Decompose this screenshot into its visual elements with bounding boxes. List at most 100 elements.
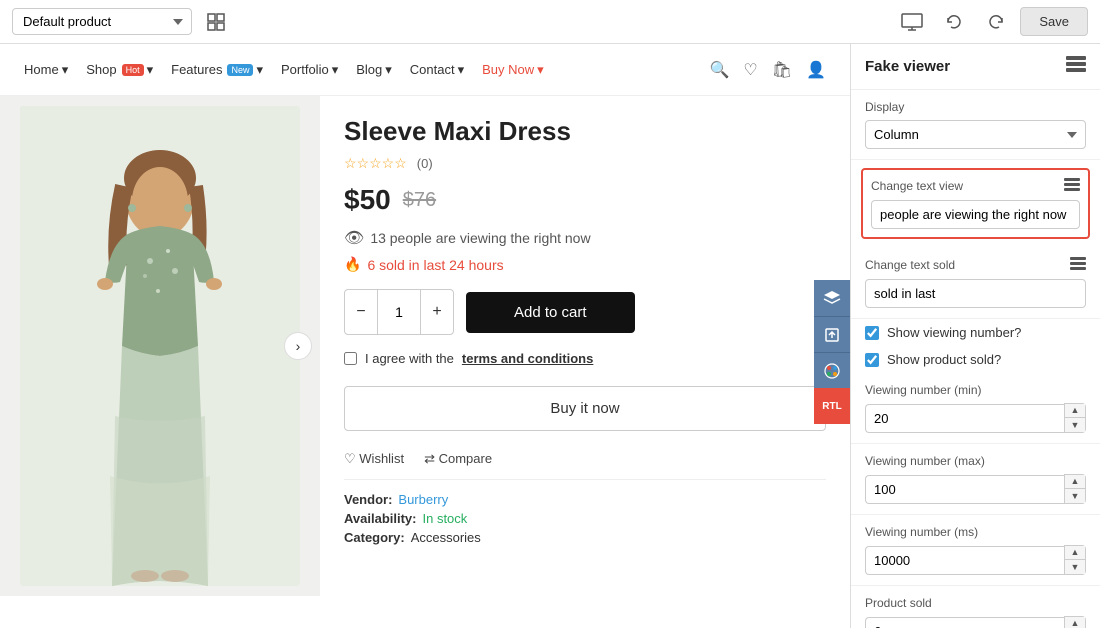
viewing-ms-down[interactable]: ▼ bbox=[1065, 560, 1085, 574]
monitor-icon-btn[interactable] bbox=[894, 4, 930, 40]
nav-icons: 🔍 ♡ 🛍 👤 bbox=[710, 60, 827, 80]
viewing-max-down[interactable]: ▼ bbox=[1065, 489, 1085, 503]
qty-increase[interactable]: + bbox=[421, 290, 453, 334]
nav-left: Home ▾ Shop Hot ▾ Features New ▾ Portfol… bbox=[24, 62, 544, 78]
qty-input[interactable] bbox=[377, 290, 421, 334]
nav-features-chevron: ▾ bbox=[256, 62, 263, 78]
nav-features[interactable]: Features New ▾ bbox=[171, 62, 263, 78]
undo-icon bbox=[945, 13, 963, 31]
search-icon[interactable]: 🔍 bbox=[710, 60, 730, 80]
change-text-sold-section: Change text sold bbox=[851, 247, 1100, 319]
price-original: $76 bbox=[403, 189, 436, 212]
change-text-sold-stack-icon[interactable] bbox=[1070, 257, 1086, 273]
account-icon[interactable]: 👤 bbox=[806, 60, 826, 80]
toolbar-left: Default product bbox=[12, 6, 232, 38]
show-product-sold-checkbox[interactable] bbox=[865, 353, 879, 367]
price-current: $50 bbox=[344, 184, 391, 216]
nav-blog-chevron: ▾ bbox=[385, 62, 392, 78]
nav-contact[interactable]: Contact ▾ bbox=[410, 62, 464, 78]
change-text-sold-input[interactable] bbox=[865, 279, 1086, 308]
change-text-view-label: Change text view bbox=[871, 179, 963, 193]
sold-row: 🔥 6 sold in last 24 hours bbox=[344, 256, 826, 273]
viewing-ms-spinners: ▲ ▼ bbox=[1064, 545, 1086, 575]
change-text-view-input[interactable] bbox=[871, 200, 1080, 229]
stack-icon-small bbox=[1064, 178, 1080, 191]
save-button[interactable]: Save bbox=[1020, 7, 1088, 36]
product-sold-up[interactable]: ▲ bbox=[1065, 617, 1085, 628]
viewing-min-up[interactable]: ▲ bbox=[1065, 404, 1085, 418]
nav-home[interactable]: Home ▾ bbox=[24, 62, 68, 78]
qty-cart-row: − + Add to cart bbox=[344, 289, 826, 335]
floating-upload-btn[interactable] bbox=[814, 316, 850, 352]
compare-btn[interactable]: ⇄ Compare bbox=[424, 451, 492, 467]
buy-now-btn[interactable]: Buy it now bbox=[344, 386, 826, 431]
redo-btn[interactable] bbox=[978, 4, 1014, 40]
floating-rtl-btn[interactable]: RTL bbox=[814, 388, 850, 424]
grid-icon-btn[interactable] bbox=[200, 6, 232, 38]
nav-shop-chevron: ▾ bbox=[147, 62, 154, 78]
right-panel: Fake viewer Display Column Row Change te… bbox=[850, 44, 1100, 628]
price-row: $50 $76 bbox=[344, 184, 826, 216]
availability-row: Availability: In stock bbox=[344, 511, 826, 526]
change-text-sold-label: Change text sold bbox=[865, 258, 955, 272]
nav-portfolio-chevron: ▾ bbox=[332, 62, 339, 78]
upload-icon bbox=[824, 327, 840, 343]
change-text-view-stack-icon[interactable] bbox=[1064, 178, 1080, 194]
viewing-ms-up[interactable]: ▲ bbox=[1065, 546, 1085, 560]
show-viewing-label: Show viewing number? bbox=[887, 325, 1021, 340]
viewing-min-spinners: ▲ ▼ bbox=[1064, 403, 1086, 433]
show-viewing-row: Show viewing number? bbox=[851, 319, 1100, 346]
agree-checkbox[interactable] bbox=[344, 352, 357, 365]
product-area: › Sleeve Maxi Dress ☆☆☆☆☆ ★★★★★ (0) $50 … bbox=[0, 96, 850, 596]
add-to-cart-btn[interactable]: Add to cart bbox=[466, 292, 635, 333]
qty-control: − + bbox=[344, 289, 454, 335]
stack-icon-svg bbox=[1066, 56, 1086, 72]
viewing-max-section: Viewing number (max) ▲ ▼ bbox=[851, 444, 1100, 515]
nav-blog[interactable]: Blog ▾ bbox=[356, 62, 392, 78]
sold-text: 6 sold in last 24 hours bbox=[367, 257, 503, 273]
viewing-min-field[interactable] bbox=[865, 404, 1064, 433]
viewing-max-up[interactable]: ▲ bbox=[1065, 475, 1085, 489]
viewing-ms-field[interactable] bbox=[865, 546, 1064, 575]
cart-icon[interactable]: 🛍 bbox=[772, 60, 792, 80]
rtl-label: RTL bbox=[822, 401, 841, 412]
floating-palette-btn[interactable] bbox=[814, 352, 850, 388]
qty-decrease[interactable]: − bbox=[345, 290, 377, 334]
vendor-value[interactable]: Burberry bbox=[398, 492, 448, 507]
floating-layers-btn[interactable] bbox=[814, 280, 850, 316]
undo-btn[interactable] bbox=[936, 4, 972, 40]
nav-contact-chevron: ▾ bbox=[458, 62, 465, 78]
nav-buy-now-chevron: ▾ bbox=[537, 62, 544, 78]
product-sold-section: Product sold ▲ ▼ bbox=[851, 586, 1100, 628]
display-label: Display bbox=[865, 100, 1086, 114]
nav-shop[interactable]: Shop Hot ▾ bbox=[86, 62, 153, 78]
show-viewing-checkbox[interactable] bbox=[865, 326, 879, 340]
eye-icon: 👁 bbox=[344, 228, 364, 248]
vendor-label: Vendor: bbox=[344, 492, 392, 507]
wishlist-nav-icon[interactable]: ♡ bbox=[743, 60, 757, 80]
viewing-min-label: Viewing number (min) bbox=[865, 383, 1086, 397]
terms-link[interactable]: terms and conditions bbox=[462, 351, 593, 366]
change-text-view-section: Change text view bbox=[861, 168, 1090, 239]
next-arrow[interactable]: › bbox=[284, 332, 312, 360]
nav-portfolio[interactable]: Portfolio ▾ bbox=[281, 62, 338, 78]
main-layout: Home ▾ Shop Hot ▾ Features New ▾ Portfol… bbox=[0, 44, 1100, 628]
wishlist-btn[interactable]: ♡ Wishlist bbox=[344, 451, 404, 467]
grid-icon bbox=[206, 12, 226, 32]
viewing-ms-section: Viewing number (ms) ▲ ▼ bbox=[851, 515, 1100, 586]
product-info-col: Sleeve Maxi Dress ☆☆☆☆☆ ★★★★★ (0) $50 $7… bbox=[320, 96, 850, 596]
panel-header: Fake viewer bbox=[851, 44, 1100, 90]
agree-text: I agree with the bbox=[365, 351, 454, 366]
product-sold-field[interactable] bbox=[865, 617, 1064, 628]
panel-stack-icon[interactable] bbox=[1066, 56, 1086, 77]
nav-buy-now[interactable]: Buy Now ▾ bbox=[482, 62, 544, 78]
viewing-row: 👁 13 people are viewing the right now bbox=[344, 228, 826, 248]
display-section: Display Column Row bbox=[851, 90, 1100, 160]
viewing-max-field[interactable] bbox=[865, 475, 1064, 504]
product-select[interactable]: Default product bbox=[12, 8, 192, 35]
panel-title: Fake viewer bbox=[865, 58, 950, 75]
rating-count: (0) bbox=[417, 156, 433, 171]
product-image bbox=[20, 106, 300, 586]
viewing-min-down[interactable]: ▼ bbox=[1065, 418, 1085, 432]
display-select[interactable]: Column Row bbox=[865, 120, 1086, 149]
